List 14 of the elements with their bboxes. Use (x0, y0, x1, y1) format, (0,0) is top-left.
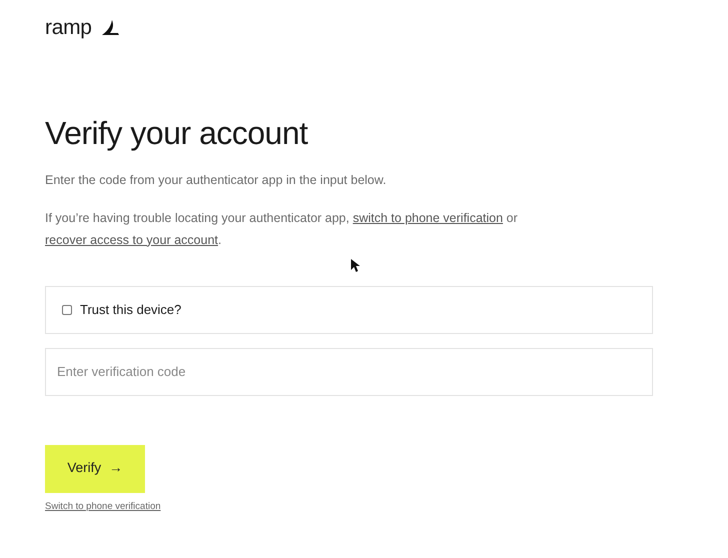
page-heading: Verify your account (45, 114, 309, 152)
verify-button[interactable]: Verify → (45, 444, 145, 493)
checkbox-label: Trust this device? (80, 300, 182, 319)
verification-code-field[interactable]: Enter verification code (45, 348, 653, 396)
arrow-icon: → (109, 458, 123, 479)
logo-icon (100, 18, 120, 37)
instruction-text: Enter the code from your authenticator app in the input below. (45, 172, 388, 189)
switch-phone-link[interactable]: Switch to phone verification (45, 500, 161, 514)
help-text: If you’re having trouble locating your authenticator app, switch to phone verification or recover access to your account. (45, 210, 519, 249)
cursor-icon (351, 259, 360, 272)
logo-text: ramp (45, 15, 92, 41)
recover-access-link[interactable]: recover access to your account (45, 232, 218, 247)
checkbox[interactable] (62, 304, 72, 315)
phone-verification-link[interactable]: switch to phone verification (352, 210, 503, 225)
